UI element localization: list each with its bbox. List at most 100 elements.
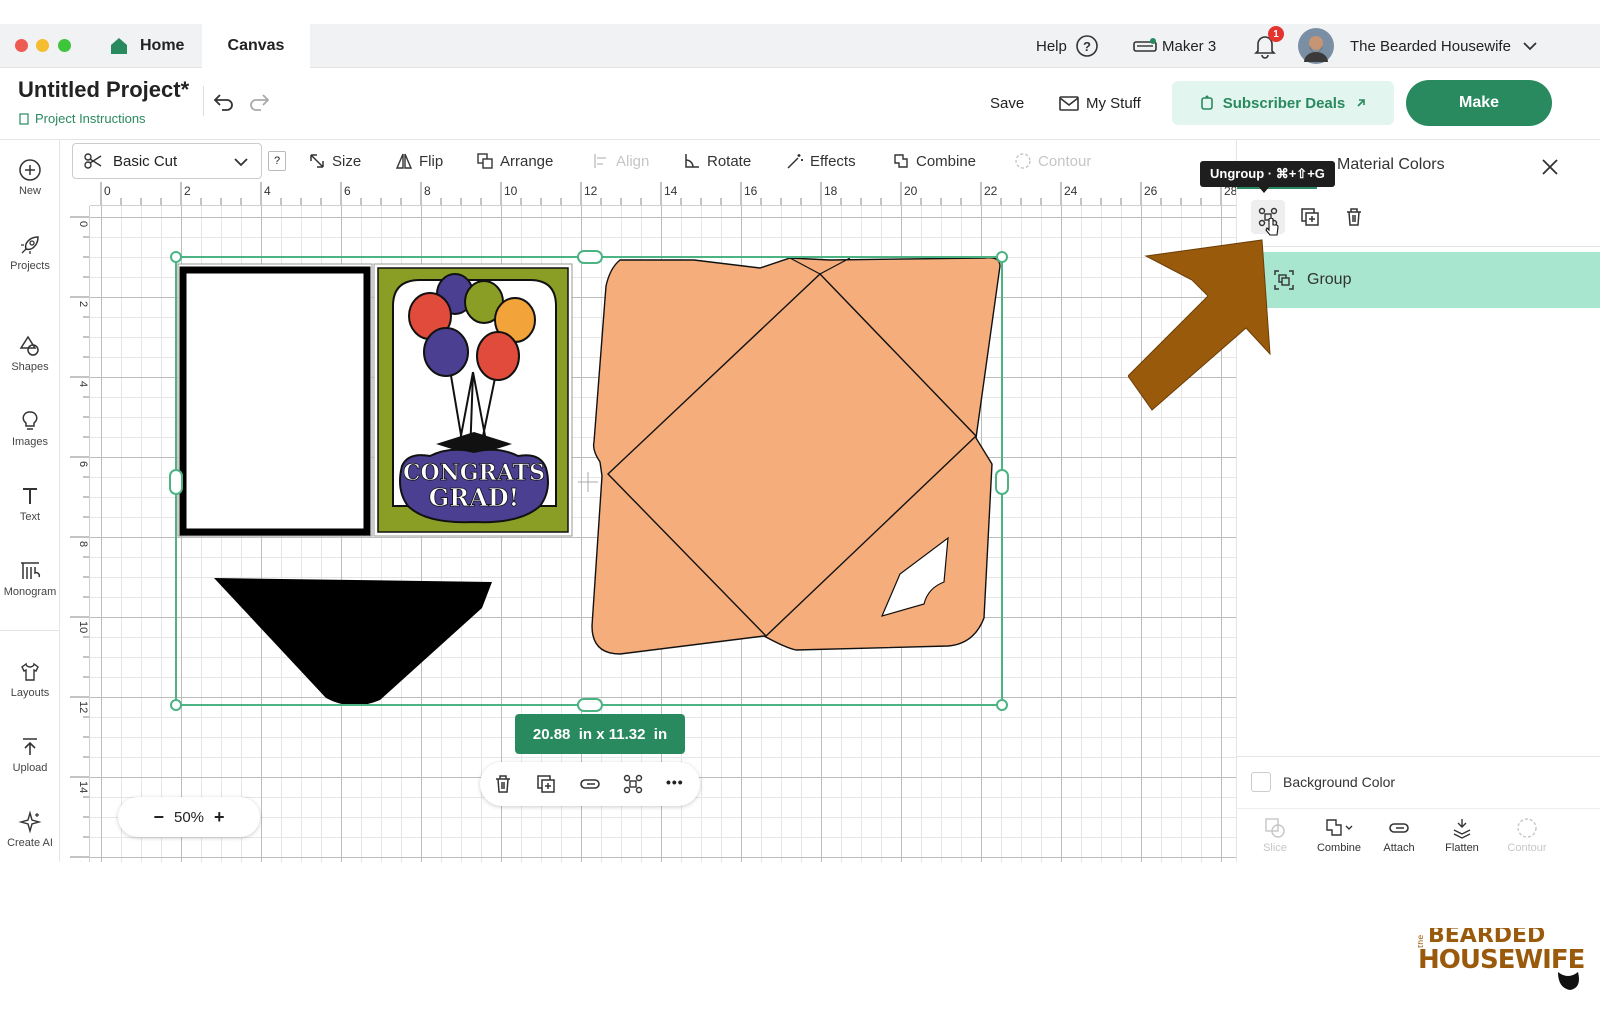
ruler-label: 14	[77, 781, 89, 793]
save-button[interactable]: Save	[990, 88, 1024, 118]
effects-tool[interactable]: Effects	[786, 140, 856, 182]
rotate-tool[interactable]: Rotate	[683, 140, 751, 182]
my-stuff-button[interactable]: My Stuff	[1058, 88, 1141, 118]
rotate-label: Rotate	[707, 152, 752, 170]
size-tool[interactable]: Size	[308, 140, 361, 182]
tab-home[interactable]: Home	[96, 24, 202, 68]
sidebar-item-images[interactable]: Images	[0, 409, 60, 448]
sidebar-item-monogram[interactable]: Monogram	[0, 559, 60, 598]
contour-panel-label: Contour	[1507, 842, 1547, 854]
tab-canvas[interactable]: Canvas	[202, 24, 310, 68]
help-button[interactable]: Help ?	[1036, 24, 1099, 68]
selection-handle[interactable]	[170, 699, 182, 711]
sidebar-item-text[interactable]: Text	[0, 484, 60, 523]
cutting-machine-icon	[1133, 38, 1157, 52]
operation-select[interactable]: Basic Cut	[72, 143, 262, 179]
redo-icon[interactable]	[246, 89, 272, 115]
ruler-label: 18	[824, 184, 838, 198]
document-icon	[19, 112, 29, 125]
save-label: Save	[990, 94, 1025, 112]
magic-wand-icon	[787, 154, 803, 169]
project-title[interactable]: Untitled Project*	[18, 77, 189, 103]
window-minimize-button[interactable]	[36, 39, 49, 52]
trash-icon[interactable]	[492, 773, 514, 795]
ruler-label: 26	[1144, 184, 1158, 198]
combine-tool-panel[interactable]: Combine	[1311, 816, 1367, 854]
tooltip-pointer	[1258, 186, 1270, 193]
envelope-template[interactable]	[591, 256, 1001, 655]
ruler-label: 12	[77, 701, 89, 713]
contour-tool-panel[interactable]: Contour	[1501, 816, 1553, 854]
mail-icon	[1059, 96, 1079, 111]
subscriber-deals-button[interactable]: Subscriber Deals	[1172, 81, 1394, 125]
sidebar-item-label: Shapes	[11, 361, 49, 373]
layers-panel: Material Colors Group Background Color S…	[1236, 140, 1600, 862]
zoom-in-button[interactable]: +	[214, 807, 225, 828]
contour-tool[interactable]: Contour	[1014, 140, 1091, 182]
sidebar-item-label: Monogram	[3, 586, 57, 598]
make-button[interactable]: Make	[1406, 80, 1552, 126]
selection-handle[interactable]	[996, 699, 1008, 711]
machine-selector[interactable]: Maker 3	[1132, 24, 1216, 68]
attach-tool[interactable]: Attach	[1377, 816, 1421, 854]
sidebar-item-new[interactable]: New	[0, 158, 60, 197]
selection-handle[interactable]	[995, 469, 1009, 495]
size-label: Size	[332, 152, 362, 170]
sidebar-item-label: Create AI	[7, 837, 53, 849]
duplicate-icon[interactable]	[1299, 206, 1321, 228]
project-instructions-link[interactable]: Project Instructions	[18, 111, 146, 126]
sidebar-divider	[0, 630, 60, 631]
card-frame-outline[interactable]	[177, 263, 373, 537]
slice-tool[interactable]: Slice	[1253, 816, 1297, 854]
resize-icon	[310, 154, 324, 168]
material-colors-tab[interactable]: Material Colors	[1337, 156, 1445, 174]
selection-handle[interactable]	[169, 469, 183, 495]
ungroup-icon[interactable]	[622, 773, 644, 795]
shirt-icon	[21, 662, 39, 681]
user-menu[interactable]: The Bearded Housewife	[1298, 24, 1539, 68]
arrange-tool[interactable]: Arrange	[476, 140, 553, 182]
close-icon[interactable]	[1540, 157, 1560, 177]
flatten-tool[interactable]: Flatten	[1437, 816, 1487, 854]
layers-toolbar-divider	[1237, 246, 1600, 247]
contour-icon	[1015, 153, 1031, 169]
congrats-grad-card[interactable]: CONGRATS GRAD!	[373, 263, 573, 537]
my-stuff-label: My Stuff	[1086, 94, 1141, 112]
sidebar-item-layouts[interactable]: Layouts	[0, 660, 60, 699]
panel-bottom-divider	[1237, 756, 1600, 757]
sidebar-item-create-ai[interactable]: Create AI	[0, 810, 60, 849]
selection-handle[interactable]	[170, 251, 182, 263]
header-divider	[203, 86, 204, 116]
zoom-out-button[interactable]: −	[153, 807, 164, 828]
layer-group-row[interactable]: Group	[1261, 252, 1600, 308]
background-color-checkbox[interactable]	[1251, 772, 1271, 792]
sidebar-item-label: New	[18, 185, 41, 197]
monogram-icon	[21, 562, 41, 579]
ungroup-button[interactable]	[1251, 200, 1285, 236]
align-tool[interactable]: Align	[592, 140, 649, 182]
undo-icon[interactable]	[211, 89, 237, 115]
more-options-button[interactable]: •••	[666, 774, 684, 790]
sidebar-item-upload[interactable]: Upload	[0, 735, 60, 774]
selection-handle[interactable]	[996, 251, 1008, 263]
combine-tool[interactable]: Combine	[892, 140, 976, 182]
sidebar-item-label: Upload	[12, 762, 48, 774]
duplicate-icon[interactable]	[535, 773, 557, 795]
sidebar-item-label: Images	[11, 436, 49, 448]
selection-handle[interactable]	[577, 250, 603, 264]
black-pennant-shape[interactable]	[214, 578, 492, 706]
make-label: Make	[1458, 94, 1500, 111]
sidebar-item-shapes[interactable]: Shapes	[0, 334, 60, 373]
operation-help-button[interactable]: ?	[268, 151, 286, 171]
attach-icon[interactable]	[578, 773, 602, 795]
trash-icon[interactable]	[1343, 206, 1365, 228]
window-close-button[interactable]	[15, 39, 28, 52]
background-color-row[interactable]: Background Color	[1251, 772, 1395, 792]
ruler-label: 2	[77, 301, 89, 307]
selection-handle[interactable]	[577, 698, 603, 712]
notifications-button[interactable]: 1	[1252, 24, 1284, 68]
sidebar-item-projects[interactable]: Projects	[0, 233, 60, 272]
effects-label: Effects	[810, 152, 856, 170]
flip-tool[interactable]: Flip	[395, 140, 443, 182]
window-zoom-button[interactable]	[58, 39, 71, 52]
